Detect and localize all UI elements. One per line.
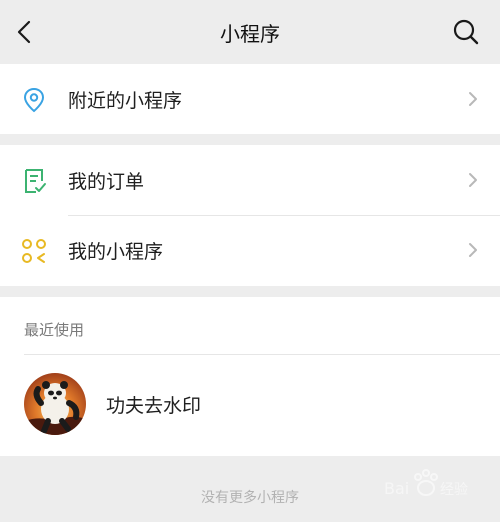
location-pin-icon xyxy=(23,87,45,113)
app-name: 功夫去水印 xyxy=(106,395,202,417)
recent-header: 最近使用 xyxy=(0,297,500,355)
menu-item-nearby-mini-programs[interactable]: 附近的小程序 xyxy=(0,64,500,134)
baidu-watermark-logo: Bai 经验 xyxy=(384,469,468,498)
page-title: 小程序 xyxy=(220,22,280,46)
nearby-section: 附近的小程序 xyxy=(0,64,500,134)
menu-item-label: 我的订单 xyxy=(68,171,145,193)
menu-item-label: 我的小程序 xyxy=(68,241,164,263)
recent-section: 最近使用 功夫去水印 xyxy=(0,297,500,456)
menu-item-label: 附近的小程序 xyxy=(68,90,183,112)
my-section: 我的订单 我的小程序 xyxy=(0,145,500,286)
svg-text:Bai: Bai xyxy=(384,479,409,498)
chevron-right-icon xyxy=(469,92,477,106)
search-icon xyxy=(453,19,479,45)
menu-item-my-mini-programs[interactable]: 我的小程序 xyxy=(0,215,500,285)
kung-fu-panda-avatar xyxy=(24,373,86,435)
search-button[interactable] xyxy=(448,14,484,50)
chevron-right-icon xyxy=(469,173,477,187)
order-checklist-icon xyxy=(25,169,46,193)
mini-program-grid-icon xyxy=(22,239,46,263)
svg-text:经验: 经验 xyxy=(440,482,468,498)
recent-section-title: 最近使用 xyxy=(24,321,85,339)
chevron-right-icon xyxy=(469,243,477,257)
recent-app-item[interactable]: 功夫去水印 xyxy=(0,355,500,456)
menu-item-my-orders[interactable]: 我的订单 xyxy=(0,145,500,215)
navigation-bar: 小程序 xyxy=(0,0,500,64)
